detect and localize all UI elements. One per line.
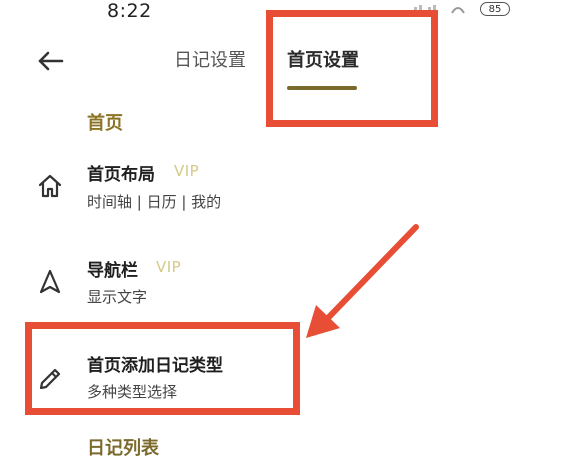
tab-diary-settings[interactable]: 日记设置 [174, 46, 246, 72]
settings-screen: 8:22 85 日记设置 首页设置 首页 首页布局 VIP 时间轴 | 日历 |… [0, 0, 572, 469]
arrow-left-icon [38, 51, 64, 71]
tab-home-settings[interactable]: 首页设置 [287, 46, 359, 72]
row-title: 首页添加日记类型 [87, 356, 223, 376]
row-add-diary-type[interactable]: 首页添加日记类型 多种类型选择 [0, 343, 572, 403]
section-header-diary-list: 日记列表 [87, 438, 159, 459]
row-title: 首页布局 [87, 165, 155, 185]
section-header-home: 首页 [87, 113, 123, 134]
row-subtitle: 显示文字 [87, 288, 148, 306]
home-icon [36, 172, 64, 200]
row-navigation-bar[interactable]: 导航栏 VIP 显示文字 [0, 251, 572, 311]
vip-badge: VIP [174, 162, 200, 180]
pencil-icon [36, 365, 64, 393]
row-subtitle: 时间轴 | 日历 | 我的 [87, 193, 222, 211]
navigation-icon [36, 268, 64, 296]
row-title: 导航栏 [87, 261, 138, 281]
battery-indicator: 85 [480, 2, 510, 16]
back-button[interactable] [36, 46, 66, 76]
row-subtitle: 多种类型选择 [87, 383, 178, 401]
row-home-layout[interactable]: 首页布局 VIP 时间轴 | 日历 | 我的 [0, 155, 572, 220]
active-tab-indicator [287, 86, 357, 90]
status-icons: 85 [414, 2, 510, 16]
status-time: 8:22 [107, 0, 152, 22]
vip-badge: VIP [156, 258, 182, 276]
signal-icon [414, 5, 465, 15]
